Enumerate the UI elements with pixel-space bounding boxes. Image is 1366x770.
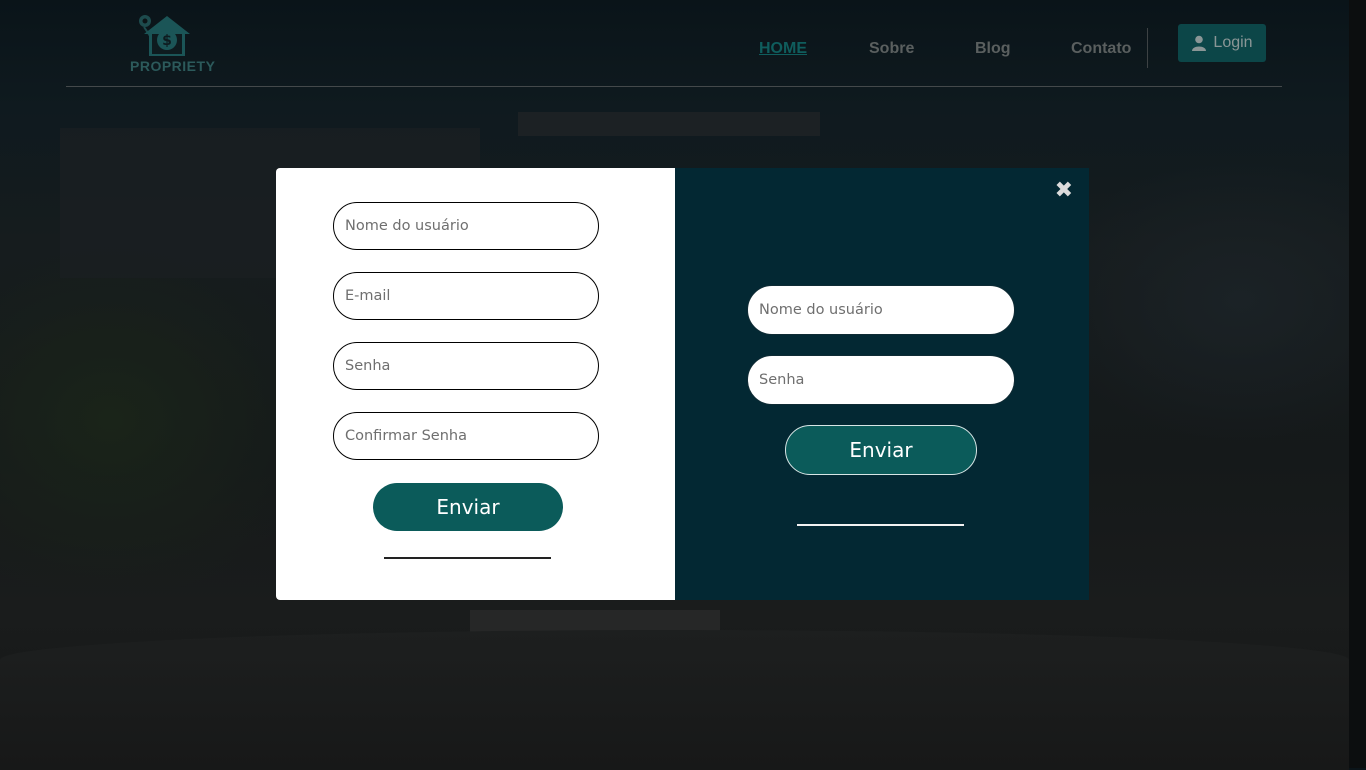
- login-submit-button[interactable]: Enviar: [785, 425, 977, 475]
- background-roof: [518, 112, 820, 136]
- register-submit-button[interactable]: Enviar: [373, 483, 563, 531]
- register-divider-line: [384, 557, 551, 559]
- logo-text: PROPRIETY: [130, 58, 216, 74]
- nav-link-sobre[interactable]: Sobre: [869, 40, 914, 58]
- register-password-placeholder: Senha: [345, 358, 391, 374]
- login-divider-line: [797, 524, 964, 526]
- register-password-input[interactable]: Senha: [333, 342, 599, 390]
- login-username-input[interactable]: Nome do usuário: [747, 285, 1015, 335]
- register-confirm-password-input[interactable]: Confirmar Senha: [333, 412, 599, 460]
- login-username-placeholder: Nome do usuário: [759, 302, 883, 318]
- login-button[interactable]: Login: [1178, 24, 1266, 62]
- svg-text:$: $: [162, 33, 172, 49]
- register-email-placeholder: E-mail: [345, 288, 391, 304]
- page-scrollbar[interactable]: [1349, 0, 1366, 768]
- background-path-step: [470, 610, 720, 632]
- nav-divider: [1147, 28, 1148, 68]
- register-panel: Nome do usuário E-mail Senha Confirmar S…: [276, 168, 675, 600]
- register-confirm-password-placeholder: Confirmar Senha: [345, 428, 467, 444]
- register-email-input[interactable]: E-mail: [333, 272, 599, 320]
- close-icon[interactable]: ✖: [1055, 178, 1073, 203]
- login-password-placeholder: Senha: [759, 372, 805, 388]
- user-icon: [1192, 35, 1207, 51]
- site-header: $ PROPRIETY HOME Sobre Blog Contato Logi…: [66, 0, 1282, 87]
- register-username-placeholder: Nome do usuário: [345, 218, 469, 234]
- site-logo[interactable]: $ PROPRIETY: [130, 12, 216, 74]
- nav-link-blog[interactable]: Blog: [975, 40, 1011, 58]
- login-panel: ✖ Nome do usuário Senha Enviar: [675, 168, 1089, 600]
- login-password-input[interactable]: Senha: [747, 355, 1015, 405]
- nav-link-contato[interactable]: Contato: [1071, 40, 1131, 58]
- scrollbar-thumb[interactable]: [1349, 0, 1366, 768]
- nav-link-home[interactable]: HOME: [759, 40, 807, 58]
- house-dollar-icon: $: [139, 15, 190, 56]
- register-username-input[interactable]: Nome do usuário: [333, 202, 599, 250]
- background-ground: [0, 630, 1349, 770]
- auth-modal: Nome do usuário E-mail Senha Confirmar S…: [276, 168, 1089, 600]
- login-button-label: Login: [1213, 34, 1253, 51]
